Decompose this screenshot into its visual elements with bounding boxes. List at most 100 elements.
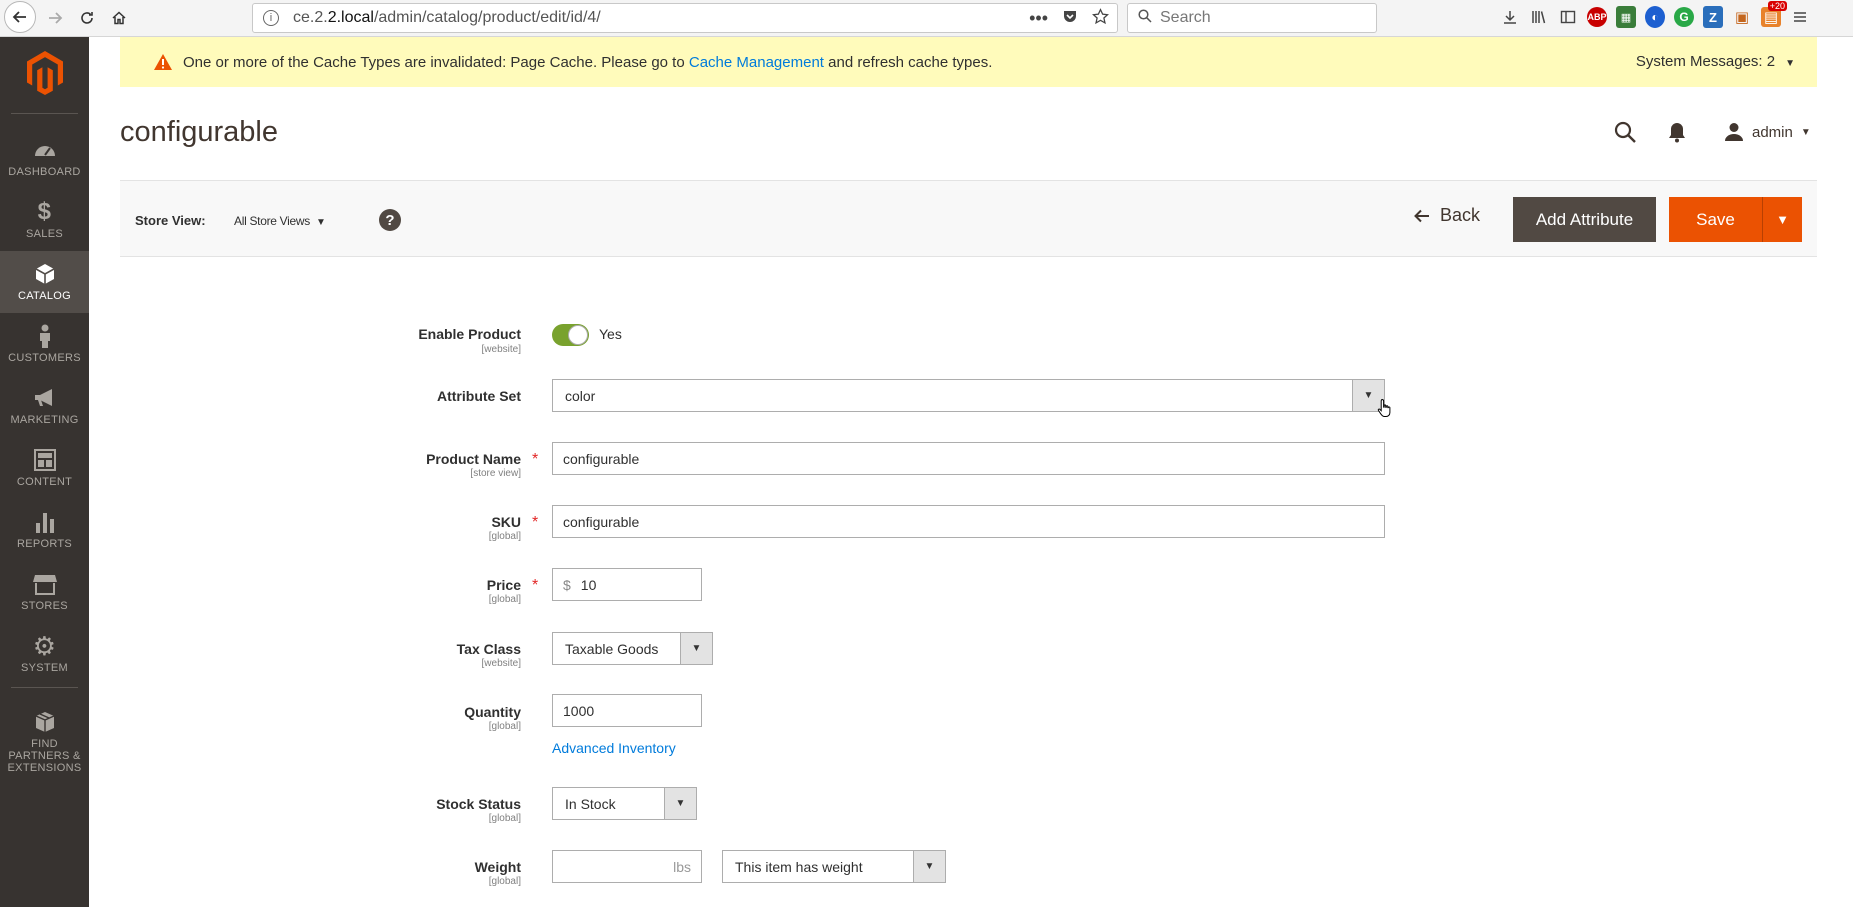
caret-down-icon: ▼ — [1776, 212, 1789, 227]
caret-down-icon: ▼ — [680, 633, 712, 664]
required-marker: * — [532, 451, 539, 468]
url-text: ce.2.2.local/admin/catalog/product/edit/… — [293, 9, 601, 26]
extension-bag-icon[interactable]: ▣ — [1732, 6, 1752, 28]
sidebar-item-dashboard[interactable]: DASHBOARD — [0, 127, 89, 189]
sidebar-item-system[interactable]: ⚙ SYSTEM — [0, 623, 89, 685]
back-button[interactable]: Back — [1414, 205, 1480, 226]
sidebar-item-label: CUSTOMERS — [8, 352, 81, 364]
sidebar-item-stores[interactable]: STORES — [0, 561, 89, 623]
caret-down-icon: ▼ — [1785, 58, 1795, 69]
sidebar-item-reports[interactable]: REPORTS — [0, 499, 89, 561]
download-icon[interactable] — [1500, 6, 1520, 28]
extension-badge: +20 — [1767, 1, 1787, 11]
sidebar-item-customers[interactable]: CUSTOMERS — [0, 313, 89, 375]
field-scope: [global] — [488, 813, 521, 824]
search-icon — [1138, 8, 1152, 28]
sidebar-item-find-partners[interactable]: FIND PARTNERS & EXTENSIONS — [0, 697, 89, 787]
field-label: Weight — [474, 859, 521, 875]
sidebar-item-sales[interactable]: $ SALES — [0, 189, 89, 251]
store-view-label: Store View: — [135, 213, 206, 228]
cube-icon — [35, 262, 55, 286]
quantity-input[interactable]: 1000 — [552, 694, 702, 727]
browser-search-input[interactable]: Search — [1127, 3, 1377, 33]
tax-class-select[interactable]: Taxable Goods ▼ — [552, 632, 713, 665]
dollar-icon: $ — [37, 198, 52, 225]
stock-status-select[interactable]: In Stock ▼ — [552, 787, 697, 820]
save-button[interactable]: Save — [1669, 197, 1763, 242]
attribute-set-select[interactable]: color ▼ — [552, 379, 1385, 412]
add-attribute-button[interactable]: Add Attribute — [1513, 197, 1656, 242]
gear-icon: ⚙ — [32, 630, 57, 661]
weight-type-select[interactable]: This item has weight ▼ — [722, 850, 946, 883]
help-icon[interactable]: ? — [379, 209, 401, 231]
weight-input[interactable]: lbs — [552, 850, 702, 883]
sidebar-item-label: SYSTEM — [20, 662, 69, 674]
store-icon — [32, 572, 57, 596]
field-scope: [global] — [488, 531, 521, 542]
advanced-inventory-link[interactable]: Advanced Inventory — [552, 740, 676, 756]
field-label: Enable Product — [418, 326, 521, 342]
sidebar-toggle-icon[interactable] — [1558, 6, 1578, 28]
adblock-icon[interactable]: ABP — [1587, 7, 1607, 27]
sidebar-divider — [11, 113, 78, 114]
bar-chart-icon — [35, 510, 55, 534]
field-label: Stock Status — [436, 796, 521, 812]
browser-reload-button[interactable] — [72, 3, 102, 33]
sidebar-item-label: DASHBOARD — [8, 166, 81, 178]
bookmark-star-icon[interactable] — [1092, 8, 1109, 25]
sidebar-item-catalog[interactable]: CATALOG — [0, 251, 89, 313]
box-icon — [34, 710, 56, 734]
product-name-input[interactable]: configurable — [552, 442, 1385, 475]
person-icon — [37, 324, 53, 348]
admin-user-menu[interactable]: admin ▼ — [1724, 122, 1811, 142]
caret-down-icon: ▼ — [913, 851, 945, 882]
price-input[interactable]: $10 — [552, 568, 702, 601]
sku-input[interactable]: configurable — [552, 505, 1385, 538]
save-options-toggle[interactable]: ▼ — [1763, 197, 1802, 242]
toggle-knob — [568, 325, 588, 345]
enable-product-toggle[interactable] — [552, 324, 589, 346]
arrow-left-icon — [1414, 209, 1429, 222]
cache-management-link[interactable]: Cache Management — [689, 54, 824, 71]
caret-down-icon: ▼ — [1800, 126, 1811, 138]
search-placeholder: Search — [1160, 9, 1211, 26]
notifications-bell-icon[interactable] — [1666, 121, 1688, 143]
browser-home-button[interactable] — [104, 3, 134, 33]
sidebar-item-marketing[interactable]: MARKETING — [0, 375, 89, 437]
layout-icon — [33, 448, 56, 472]
extension-grid-icon[interactable]: ▦ — [1616, 6, 1636, 28]
more-actions-icon[interactable]: ••• — [1029, 8, 1048, 29]
search-icon[interactable] — [1613, 120, 1637, 144]
sidebar-item-label: REPORTS — [16, 538, 73, 550]
required-marker: * — [532, 514, 539, 531]
sidebar-item-label: STORES — [21, 600, 68, 612]
browser-forward-button[interactable] — [40, 3, 70, 33]
pocket-icon[interactable] — [1062, 8, 1078, 24]
menu-icon[interactable] — [1790, 6, 1810, 28]
field-label: Attribute Set — [437, 388, 521, 404]
library-icon[interactable] — [1529, 6, 1549, 28]
info-icon[interactable]: i — [263, 10, 279, 26]
address-bar[interactable]: i ce.2.2.local/admin/catalog/product/edi… — [252, 3, 1118, 33]
store-view-switcher[interactable]: All Store Views ▼ — [234, 214, 326, 228]
field-label: Price — [486, 577, 521, 593]
sidebar-item-label: PARTNERS & — [8, 750, 81, 762]
toggle-label: Yes — [599, 326, 622, 342]
grammarly-icon[interactable]: G — [1674, 7, 1694, 27]
dashboard-icon — [33, 138, 57, 162]
system-messages-toggle[interactable]: System Messages: 2 ▼ — [1636, 53, 1795, 70]
field-label: Product Name — [426, 451, 521, 467]
sidebar-item-content[interactable]: CONTENT — [0, 437, 89, 499]
hand-pointer-icon — [1377, 398, 1391, 417]
required-marker: * — [532, 577, 539, 594]
home-icon — [112, 11, 126, 25]
zotero-icon[interactable]: Z — [1703, 6, 1723, 28]
sidebar-item-label: CONTENT — [16, 476, 73, 488]
extension-swirl-icon[interactable]: ◐ — [1645, 6, 1665, 28]
field-scope: [global] — [488, 876, 521, 887]
magento-logo-icon[interactable] — [24, 49, 66, 95]
browser-back-button[interactable] — [4, 1, 36, 33]
sidebar-item-label: EXTENSIONS — [7, 762, 82, 774]
caret-down-icon: ▼ — [315, 217, 326, 228]
notification-extension-icon[interactable]: ▤ +20 — [1761, 1, 1787, 27]
